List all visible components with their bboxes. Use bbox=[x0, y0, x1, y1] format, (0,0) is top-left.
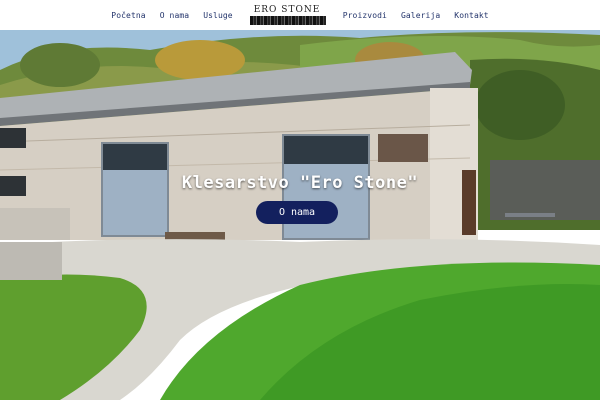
top-navbar: Početna O nama Usluge ERO STONE Proizvod… bbox=[0, 0, 600, 30]
hero-about-button[interactable]: O nama bbox=[256, 201, 338, 224]
nav-link-galerija[interactable]: Galerija bbox=[394, 11, 447, 20]
hero-overlay: Klesarstvo "Ero Stone" O nama bbox=[0, 30, 600, 400]
nav-link-proizvodi[interactable]: Proizvodi bbox=[336, 11, 394, 20]
hero-title: Klesarstvo "Ero Stone" bbox=[181, 173, 419, 193]
hero-section: Klesarstvo "Ero Stone" O nama bbox=[0, 30, 600, 400]
nav-right-group: Proizvodi Galerija Kontakt bbox=[336, 11, 496, 20]
brand-logo[interactable]: ERO STONE bbox=[249, 4, 326, 26]
nav-link-usluge[interactable]: Usluge bbox=[196, 11, 240, 20]
nav-left-group: Početna O nama Usluge bbox=[104, 11, 239, 20]
nav-link-o-nama[interactable]: O nama bbox=[153, 11, 197, 20]
nav-link-kontakt[interactable]: Kontakt bbox=[447, 11, 495, 20]
brand-logo-text: ERO STONE bbox=[253, 5, 321, 15]
brand-logo-bar bbox=[249, 16, 326, 25]
nav-link-pocetna[interactable]: Početna bbox=[104, 11, 152, 20]
